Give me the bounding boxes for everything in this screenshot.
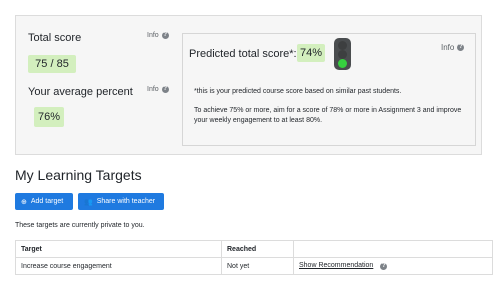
table-header-row: Target Reached — [15, 240, 493, 258]
traffic-light-red — [338, 41, 347, 50]
add-target-label: Add target — [30, 198, 64, 205]
reached-cell: Not yet — [221, 257, 294, 275]
traffic-light-green — [338, 59, 347, 68]
traffic-light-amber — [338, 50, 347, 59]
help-icon: ? — [161, 86, 169, 93]
targets-table: Target Reached Increase course engagemen… — [15, 240, 493, 275]
column-header-target: Target — [15, 240, 222, 258]
avg-percent-info[interactable]: Info ? — [147, 86, 169, 93]
info-label: Info — [147, 32, 159, 39]
traffic-light-icon — [334, 38, 351, 70]
total-score-label: Total score — [28, 32, 82, 44]
score-summary-panel: Total score Info ? 75 / 85 Your average … — [15, 15, 482, 155]
info-label: Info — [441, 43, 455, 52]
table-row: Increase course engagement Not yet Show … — [15, 257, 493, 275]
target-cell: Increase course engagement — [15, 257, 222, 275]
column-header-reached: Reached — [221, 240, 294, 258]
prediction-card: Predicted total score*: 74% Info ? *this… — [182, 33, 476, 146]
help-icon[interactable]: ? — [380, 263, 388, 270]
predicted-score-value: 74% — [297, 44, 325, 62]
privacy-note: These targets are currently private to y… — [15, 222, 145, 229]
help-icon: ? — [457, 44, 465, 51]
share-with-teacher-button[interactable]: 👥 Share with teacher — [78, 193, 164, 210]
total-score-info[interactable]: Info ? — [147, 32, 169, 39]
plus-circle-icon: ⊕ — [21, 198, 27, 206]
predicted-score-label: Predicted total score*: — [189, 48, 297, 60]
action-cell: Show Recommendation ? — [293, 257, 493, 275]
column-header-action — [293, 240, 493, 258]
help-icon: ? — [161, 32, 169, 39]
show-recommendation-link[interactable]: Show Recommendation — [299, 262, 373, 269]
users-icon: 👥 — [84, 198, 93, 206]
prediction-advice: To achieve 75% or more, aim for a score … — [194, 107, 462, 124]
share-label: Share with teacher — [96, 198, 156, 205]
prediction-footnote: *this is your predicted course score bas… — [194, 88, 402, 95]
avg-percent-value: 76% — [34, 107, 64, 127]
learning-targets-heading: My Learning Targets — [15, 167, 142, 183]
avg-percent-label: Your average percent — [28, 86, 133, 98]
add-target-button[interactable]: ⊕ Add target — [15, 193, 73, 210]
info-label: Info — [147, 86, 159, 93]
prediction-info[interactable]: Info ? — [441, 43, 465, 52]
total-score-value: 75 / 85 — [28, 55, 76, 73]
